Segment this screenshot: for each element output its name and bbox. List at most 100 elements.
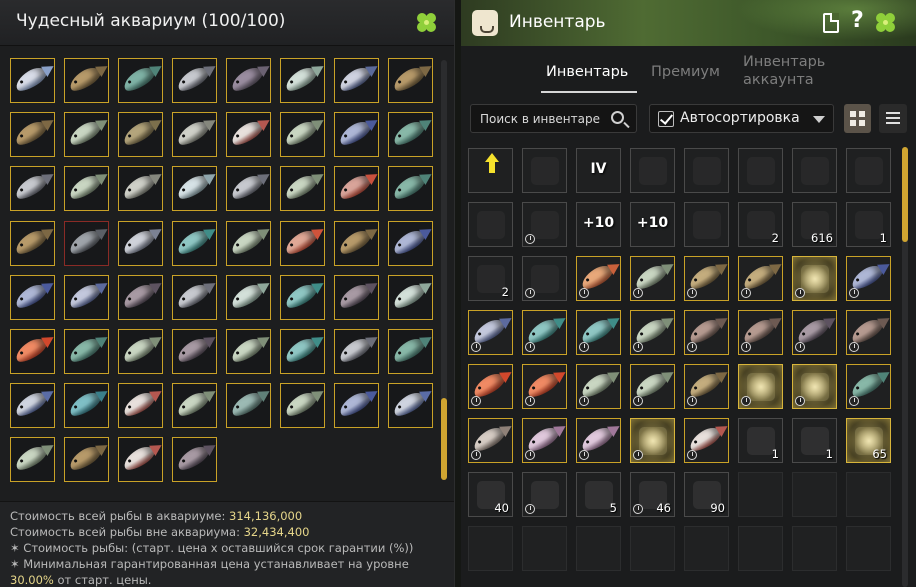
autosort-checkbox[interactable] — [658, 111, 674, 127]
inventory-slot[interactable] — [738, 256, 783, 301]
aquarium-fish-slot[interactable] — [172, 166, 217, 212]
aquarium-fish-slot[interactable] — [334, 58, 379, 103]
aquarium-fish-slot[interactable] — [280, 220, 325, 266]
inventory-slot[interactable] — [738, 364, 783, 409]
inventory-slot[interactable] — [738, 148, 783, 193]
aquarium-fish-slot[interactable] — [172, 112, 217, 158]
inventory-slot[interactable] — [468, 364, 513, 409]
inventory-slot[interactable] — [468, 418, 513, 463]
inventory-slot[interactable] — [522, 472, 567, 517]
aquarium-fish-slot[interactable] — [64, 274, 109, 320]
inventory-empty-slot[interactable] — [846, 526, 891, 571]
inventory-slot[interactable]: 46 — [630, 472, 675, 517]
aquarium-fish-slot[interactable] — [118, 329, 163, 374]
aquarium-fish-slot[interactable] — [10, 220, 55, 266]
inventory-scrollbar-thumb[interactable] — [902, 147, 908, 242]
aquarium-fish-slot[interactable] — [388, 274, 433, 320]
clover-icon[interactable] — [414, 10, 440, 36]
inventory-empty-slot[interactable] — [468, 526, 513, 571]
aquarium-fish-slot[interactable] — [226, 112, 271, 158]
inventory-empty-slot[interactable] — [522, 526, 567, 571]
aquarium-fish-slot[interactable] — [280, 274, 325, 320]
aquarium-fish-slot[interactable] — [226, 274, 271, 320]
inventory-slot[interactable] — [792, 310, 837, 355]
aquarium-fish-slot[interactable] — [226, 329, 271, 374]
aquarium-fish-slot[interactable] — [118, 112, 163, 158]
aquarium-fish-slot[interactable] — [280, 166, 325, 212]
inventory-slot[interactable] — [684, 418, 729, 463]
aquarium-fish-slot[interactable] — [334, 220, 379, 266]
inventory-slot[interactable] — [468, 310, 513, 355]
aquarium-fish-slot[interactable] — [64, 329, 109, 374]
aquarium-fish-slot[interactable] — [64, 112, 109, 158]
aquarium-fish-slot[interactable] — [388, 329, 433, 374]
inventory-slot[interactable] — [630, 148, 675, 193]
inventory-slot[interactable]: 1 — [846, 202, 891, 247]
inventory-slot[interactable] — [684, 364, 729, 409]
inventory-slot[interactable]: +10 — [576, 202, 621, 247]
inventory-slot[interactable] — [522, 256, 567, 301]
aquarium-scrollbar-thumb[interactable] — [441, 398, 447, 480]
search-input[interactable]: Поиск в инвентаре — [470, 104, 637, 133]
inventory-slot[interactable]: 65 — [846, 418, 891, 463]
aquarium-fish-slot[interactable] — [64, 220, 109, 266]
aquarium-fish-slot[interactable] — [388, 166, 433, 212]
aquarium-fish-slot[interactable] — [280, 58, 325, 103]
aquarium-fish-slot[interactable] — [334, 166, 379, 212]
aquarium-fish-slot[interactable] — [388, 383, 433, 429]
inventory-slot[interactable] — [576, 364, 621, 409]
aquarium-fish-slot[interactable] — [10, 274, 55, 320]
inventory-slot[interactable] — [522, 148, 567, 193]
aquarium-fish-slot[interactable] — [10, 437, 55, 483]
aquarium-fish-slot[interactable] — [280, 112, 325, 158]
tab-premium[interactable]: Премиум — [651, 64, 720, 80]
aquarium-fish-slot[interactable] — [64, 58, 109, 103]
inventory-empty-slot[interactable] — [846, 472, 891, 517]
inventory-slot[interactable]: 1 — [738, 418, 783, 463]
aquarium-fish-slot[interactable] — [10, 329, 55, 374]
aquarium-fish-slot[interactable] — [118, 220, 163, 266]
aquarium-fish-slot[interactable] — [10, 112, 55, 158]
inventory-slot[interactable] — [630, 256, 675, 301]
aquarium-fish-slot[interactable] — [172, 274, 217, 320]
inventory-slot[interactable] — [522, 418, 567, 463]
inventory-slot[interactable] — [738, 310, 783, 355]
aquarium-fish-slot[interactable] — [64, 166, 109, 212]
list-view-button[interactable] — [879, 104, 907, 133]
inventory-slot[interactable]: 1 — [792, 418, 837, 463]
aquarium-fish-slot[interactable] — [226, 166, 271, 212]
inventory-slot[interactable] — [684, 202, 729, 247]
aquarium-fish-slot[interactable] — [118, 274, 163, 320]
aquarium-fish-slot[interactable] — [10, 166, 55, 212]
aquarium-fish-slot[interactable] — [334, 274, 379, 320]
aquarium-fish-slot[interactable] — [226, 220, 271, 266]
aquarium-fish-slot[interactable] — [10, 383, 55, 429]
inventory-slot[interactable]: 2 — [468, 256, 513, 301]
aquarium-fish-slot[interactable] — [118, 58, 163, 103]
inventory-slot[interactable] — [522, 202, 567, 247]
aquarium-fish-slot[interactable] — [280, 383, 325, 429]
tab-account-inventory[interactable]: Инвентарь аккаунта — [743, 53, 825, 89]
inventory-slot[interactable] — [576, 418, 621, 463]
aquarium-fish-slot[interactable] — [172, 437, 217, 483]
inventory-empty-slot[interactable] — [630, 526, 675, 571]
aquarium-fish-slot[interactable] — [118, 437, 163, 483]
aquarium-fish-slot[interactable] — [118, 166, 163, 212]
aquarium-fish-slot[interactable] — [172, 220, 217, 266]
aquarium-fish-slot[interactable] — [10, 58, 55, 103]
inventory-empty-slot[interactable] — [792, 526, 837, 571]
aquarium-fish-slot[interactable] — [280, 329, 325, 374]
inventory-slot[interactable] — [576, 310, 621, 355]
aquarium-fish-slot[interactable] — [226, 58, 271, 103]
aquarium-fish-slot[interactable] — [226, 383, 271, 429]
inventory-slot[interactable] — [468, 202, 513, 247]
inventory-slot[interactable] — [792, 148, 837, 193]
inventory-slot[interactable] — [522, 310, 567, 355]
inventory-slot[interactable]: 90 — [684, 472, 729, 517]
document-icon[interactable] — [823, 13, 839, 33]
grid-view-button[interactable] — [844, 104, 871, 133]
inventory-slot[interactable] — [630, 364, 675, 409]
inventory-slot[interactable] — [792, 256, 837, 301]
inventory-empty-slot[interactable] — [684, 526, 729, 571]
inventory-slot[interactable] — [792, 364, 837, 409]
